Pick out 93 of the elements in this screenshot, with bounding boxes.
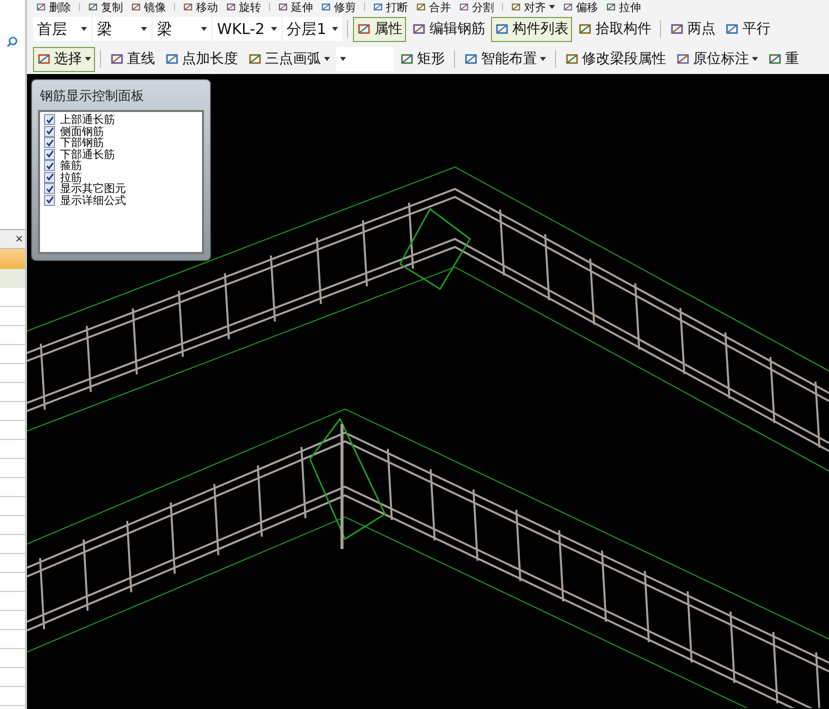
checkbox[interactable] [44, 114, 55, 126]
checkbox-label: 显示其它图元 [60, 183, 126, 194]
toolbar-button[interactable]: 三点画弧 [244, 46, 334, 72]
toolbar-button[interactable]: 矩形 [396, 46, 449, 72]
caret-icon [332, 27, 338, 31]
toolbar-button[interactable]: 属性 [353, 16, 406, 42]
tool-icon [373, 2, 383, 12]
caret-icon [201, 27, 207, 31]
checkbox-label: 下部通长筋 [60, 148, 115, 160]
toolbar-button[interactable]: 打断 [370, 0, 411, 14]
checkbox[interactable] [44, 194, 55, 206]
tool-icon [416, 2, 426, 12]
tool-icon [412, 22, 426, 36]
tool-icon [183, 2, 193, 12]
dropdown-value: 首层 [37, 20, 67, 38]
toolbar-button[interactable]: 平行 [721, 16, 774, 42]
dropdown-field[interactable]: 梁 [153, 17, 211, 41]
checkbox-label: 上部通长筋 [60, 114, 115, 126]
toolbar-button[interactable]: 重 [764, 46, 803, 72]
toolbar-button[interactable]: 智能布置 [460, 46, 550, 72]
toolbar-button[interactable]: 旋转 [223, 0, 264, 14]
toolbar-button[interactable]: 编辑钢筋 [408, 16, 490, 42]
tool-icon [495, 22, 510, 36]
toolbar-button[interactable]: 两点 [666, 16, 720, 42]
caret-icon [141, 27, 147, 31]
toolbar-button[interactable]: 复制 [85, 0, 126, 14]
toolbar-button[interactable]: 删除 [33, 0, 74, 14]
toolbar-button[interactable]: 对齐 [508, 0, 558, 14]
toolbar-button[interactable]: 点加长度 [161, 46, 242, 72]
dropdown-field[interactable]: 梁 [93, 17, 151, 41]
toolbar-button[interactable]: 偏移 [560, 0, 601, 14]
toolbar-button[interactable]: 拾取构件 [574, 16, 656, 42]
checkbox-label: 显示详细公式 [60, 194, 126, 206]
checkbox-label: 箍筋 [60, 160, 82, 172]
toolbar-button[interactable]: 拉伸 [603, 0, 644, 14]
toolbar-button[interactable]: 分割 [456, 0, 497, 14]
tool-icon [459, 2, 469, 12]
tool-icon [321, 2, 331, 12]
caret-icon [340, 57, 346, 61]
list-header [0, 249, 25, 269]
dropdown-field[interactable]: 分层1 [282, 17, 342, 41]
dropdown-value: 梁 [97, 20, 112, 38]
search-icon[interactable] [6, 36, 18, 48]
tool-icon [725, 22, 740, 36]
dropdown-field[interactable]: WKL-2 [213, 17, 281, 41]
caret-icon [81, 27, 87, 31]
caret-icon [270, 27, 277, 31]
dropdown-value: 分层1 [286, 20, 326, 38]
checkbox-label: 侧面钢筋 [60, 126, 104, 137]
tool-icon [768, 52, 782, 66]
tool-icon [464, 52, 478, 66]
checkbox[interactable] [44, 160, 55, 172]
checkbox-label: 拉筋 [60, 172, 82, 183]
checkbox[interactable] [44, 183, 55, 194]
toolbar-button[interactable]: 选择 [33, 46, 95, 72]
dropdown-value: 梁 [157, 20, 172, 38]
tool-icon [511, 2, 521, 12]
tool-icon [88, 2, 98, 12]
tool-icon [37, 52, 51, 66]
tool-icon [565, 52, 579, 66]
checkbox[interactable] [44, 172, 55, 183]
toolbar-button[interactable]: 构件列表 [491, 16, 572, 42]
toolbar-button[interactable]: 镜像 [128, 0, 169, 14]
tool-icon [670, 22, 684, 36]
toolbar-button[interactable]: 直线 [106, 46, 159, 72]
tool-icon [676, 52, 690, 66]
tool-icon [226, 2, 236, 12]
toolbar-button[interactable]: 原位标注 [672, 46, 762, 72]
tool-icon [278, 2, 288, 12]
tool-icon [578, 22, 592, 36]
panel-title: 钢筋显示控制面板 [39, 88, 145, 106]
tool-icon [400, 52, 414, 66]
toolbar-button[interactable]: 移动 [180, 0, 221, 14]
toolbar-button[interactable]: 修剪 [318, 0, 359, 14]
checkbox[interactable] [44, 148, 55, 160]
toolbar-button[interactable]: 修改梁段属性 [561, 46, 670, 72]
tool-icon [110, 52, 124, 66]
tool-icon [606, 2, 616, 12]
dropdown-value: WKL-2 [217, 20, 265, 38]
tool-icon [357, 22, 372, 36]
tool-icon [563, 2, 573, 12]
tool-icon [131, 2, 141, 12]
dropdown-field[interactable] [336, 47, 394, 71]
checkbox[interactable] [44, 126, 55, 137]
dropdown-field[interactable]: 首层 [33, 17, 91, 41]
tool-icon [248, 52, 262, 66]
toolbar-button[interactable]: 合并 [413, 0, 454, 14]
checkbox-label: 下部钢筋 [60, 137, 104, 148]
tool-icon [36, 2, 46, 12]
toolbar-button[interactable]: 延伸 [275, 0, 316, 14]
checkbox[interactable] [44, 137, 55, 148]
list-subheader [0, 269, 25, 288]
tool-icon [165, 52, 179, 66]
